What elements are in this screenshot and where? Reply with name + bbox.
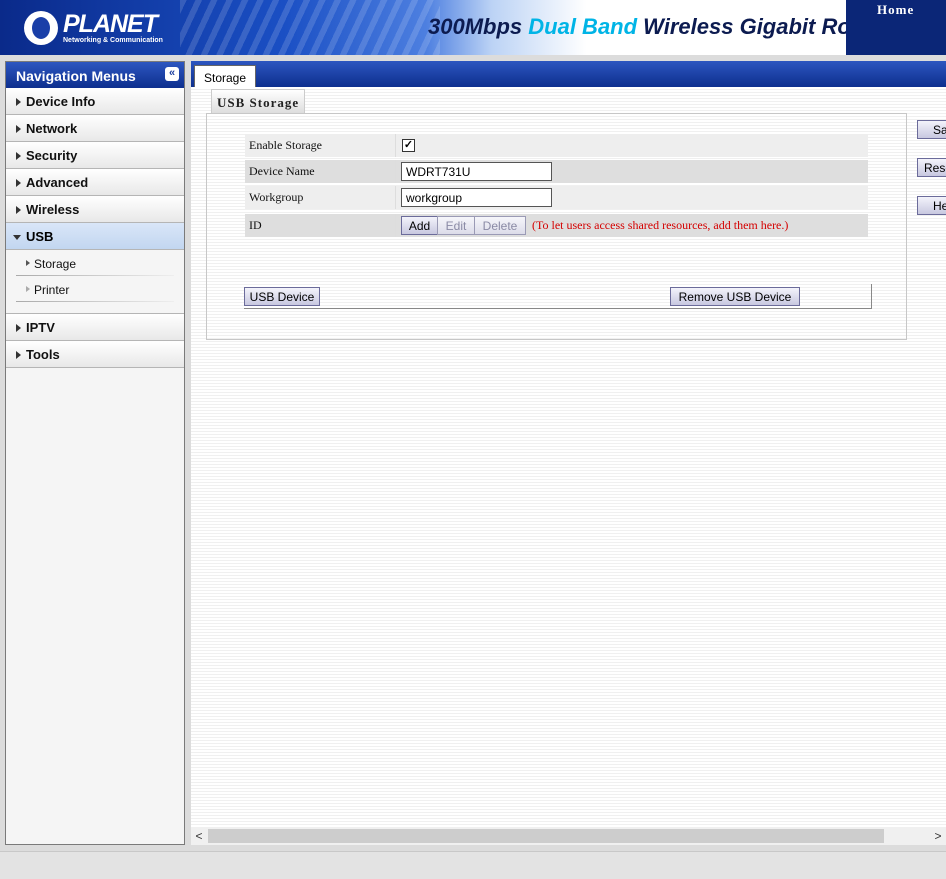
horizontal-scrollbar[interactable]: < > [191, 827, 946, 845]
usb-device-button[interactable]: USB Device [244, 287, 320, 306]
banner-decoration [180, 0, 440, 55]
workgroup-input[interactable]: workgroup [401, 188, 552, 207]
caret-right-icon [16, 351, 21, 359]
sidebar-item-usb[interactable]: USB [6, 223, 184, 250]
sidebar-item-device-info[interactable]: Device Info [6, 88, 184, 115]
main-content: Storage USB Storage Enable Storage ✓ Dev… [191, 61, 946, 845]
scroll-right-icon[interactable]: > [932, 829, 944, 843]
usb-device-row: USB Device Remove USB Device [244, 284, 872, 309]
workgroup-row: Workgroup workgroup [245, 186, 868, 209]
caret-right-icon [26, 260, 30, 266]
caret-right-icon [16, 125, 21, 133]
collapse-sidebar-icon[interactable]: « [165, 67, 179, 81]
id-cell: Add Edit Delete (To let users access sha… [395, 214, 869, 237]
sidebar-item-wireless[interactable]: Wireless [6, 196, 184, 223]
status-bar [0, 851, 946, 879]
content-area: USB Storage Enable Storage ✓ Device Name… [191, 87, 946, 827]
sidebar-subitem-label: Storage [34, 257, 77, 271]
sidebar-item-tools[interactable]: Tools [6, 341, 184, 368]
sidebar-item-label: Device Info [26, 94, 96, 109]
enable-storage-label: Enable Storage [249, 138, 322, 152]
caret-right-icon [16, 98, 21, 106]
id-hint-text: (To let users access shared resources, a… [532, 218, 789, 232]
delete-button[interactable]: Delete [474, 216, 526, 235]
sidebar-subitem-storage[interactable]: Storage [6, 250, 184, 276]
navigation-sidebar: Navigation Menus « Device Info Network S… [5, 61, 185, 845]
sidebar-item-network[interactable]: Network [6, 115, 184, 142]
caret-right-icon [26, 286, 30, 292]
sidebar-item-label: USB [26, 229, 54, 244]
usb-storage-panel: Enable Storage ✓ Device Name WDRT731U Wo… [206, 113, 907, 340]
brand-name: PLANET [63, 10, 158, 38]
caret-right-icon [16, 152, 21, 160]
caret-right-icon [16, 324, 21, 332]
sidebar-item-label: Wireless [26, 202, 80, 217]
caret-right-icon [16, 179, 21, 187]
home-panel: Home [846, 0, 946, 55]
workgroup-label: Workgroup [249, 190, 304, 204]
sidebar-item-iptv[interactable]: IPTV [6, 313, 184, 341]
caret-right-icon [16, 206, 21, 214]
device-name-input[interactable]: WDRT731U [401, 162, 552, 181]
brand-tagline: Networking & Communication [63, 37, 163, 44]
enable-storage-row: Enable Storage ✓ [245, 134, 868, 157]
workgroup-cell: workgroup [395, 186, 869, 209]
sidebar-subitem-printer[interactable]: Printer [6, 276, 184, 302]
edit-button[interactable]: Edit [437, 216, 475, 235]
enable-storage-cell: ✓ [395, 134, 869, 157]
id-row: ID Add Edit Delete (To let users access … [245, 214, 868, 237]
help-button[interactable]: Help [917, 196, 946, 215]
product-title: 300Mbps Dual Band Wireless Gigabit Route [428, 14, 884, 40]
save-button[interactable]: Save [917, 120, 946, 139]
reset-button[interactable]: Reset [917, 158, 946, 177]
enable-storage-checkbox[interactable]: ✓ [402, 139, 415, 152]
device-name-label: Device Name [249, 164, 315, 178]
section-title: USB Storage [211, 89, 306, 114]
product-prefix: 300Mbps [428, 14, 529, 39]
scroll-left-icon[interactable]: < [193, 829, 205, 843]
header-banner: PLANET Networking & Communication 300Mbp… [0, 0, 946, 55]
sidebar-item-security[interactable]: Security [6, 142, 184, 169]
id-label: ID [249, 218, 262, 232]
device-name-cell: WDRT731U [395, 160, 869, 183]
logo-icon [24, 11, 58, 45]
device-name-row: Device Name WDRT731U [245, 160, 868, 183]
planet-logo: PLANET Networking & Communication [24, 8, 163, 48]
tab-bar: Storage [191, 61, 946, 87]
sidebar-item-advanced[interactable]: Advanced [6, 169, 184, 196]
home-link[interactable]: Home [877, 2, 914, 18]
caret-down-icon [13, 235, 21, 240]
scrollbar-thumb[interactable] [208, 829, 884, 843]
sidebar-subitem-label: Printer [34, 283, 70, 297]
nav-title-label: Navigation Menus [16, 68, 136, 84]
sidebar-item-label: Network [26, 121, 78, 136]
product-highlight: Dual Band [528, 14, 638, 39]
sidebar-item-label: IPTV [26, 320, 55, 335]
sidebar-item-label: Tools [26, 347, 60, 362]
add-button[interactable]: Add [401, 216, 438, 235]
remove-usb-device-button[interactable]: Remove USB Device [670, 287, 800, 306]
sidebar-item-label: Security [26, 148, 78, 163]
sidebar-item-label: Advanced [26, 175, 89, 190]
tab-storage[interactable]: Storage [194, 65, 257, 87]
nav-title: Navigation Menus « [6, 62, 184, 88]
